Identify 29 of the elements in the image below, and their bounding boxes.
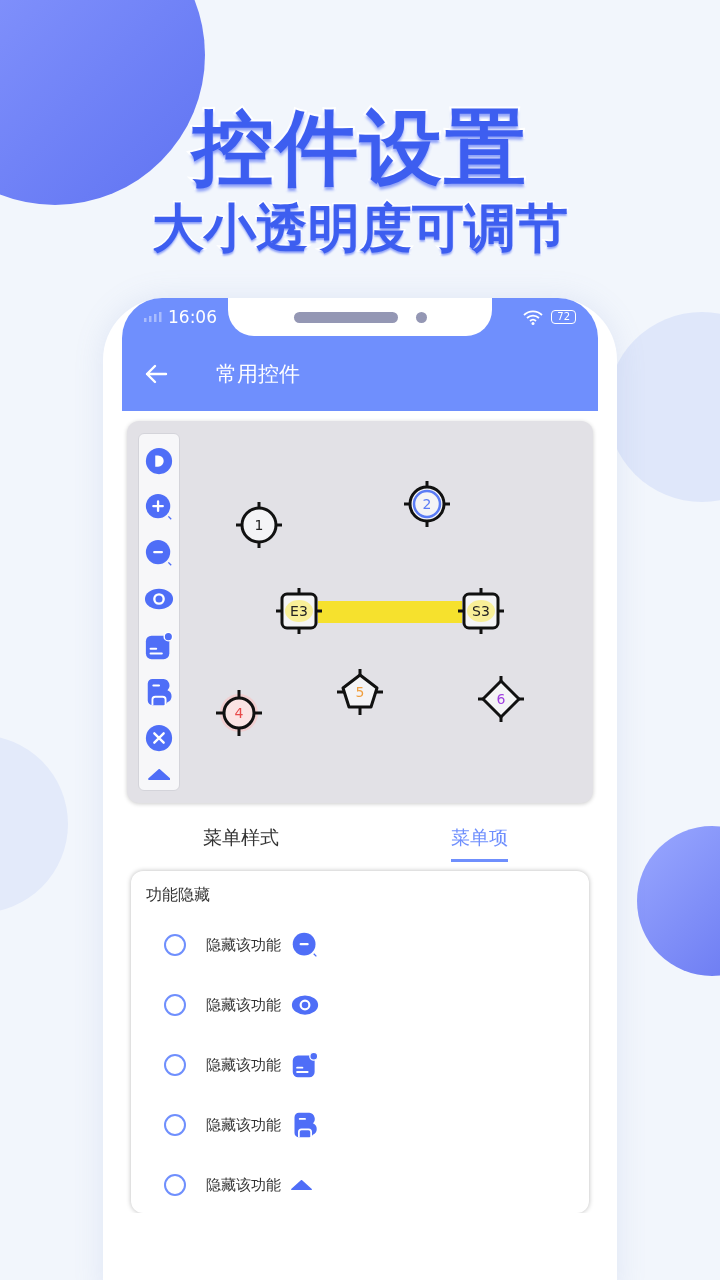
note-icon[interactable] — [144, 630, 174, 661]
radio-button[interactable] — [164, 934, 186, 956]
section-title: 功能隐藏 — [146, 885, 211, 906]
radio-button[interactable] — [164, 1174, 186, 1196]
radio-button[interactable] — [164, 994, 186, 1016]
promo-title: 控件设置 — [192, 100, 528, 196]
option-label: 隐藏该功能 — [206, 1175, 281, 1195]
signal-icon — [144, 312, 164, 322]
battery-indicator: 72 — [551, 310, 576, 324]
status-time: 16:06 — [168, 307, 217, 327]
wifi-icon — [523, 309, 544, 325]
option-label: 隐藏该功能 — [206, 995, 281, 1015]
menu-tab[interactable]: 菜单样式 — [203, 816, 279, 862]
radio-button[interactable] — [164, 1054, 186, 1076]
option-label: 隐藏该功能 — [206, 1115, 281, 1135]
screen-title: 常用控件 — [216, 360, 300, 388]
caret-up-icon — [291, 1179, 312, 1191]
option-label: 隐藏该功能 — [206, 1055, 281, 1075]
caret-up-icon[interactable] — [147, 768, 171, 780]
promo-subtitle: 大小透明度可调节 — [152, 197, 568, 260]
note-icon — [291, 1051, 319, 1079]
play-icon[interactable] — [144, 446, 174, 476]
close-icon[interactable] — [144, 722, 174, 753]
menu-tab[interactable]: 菜单项 — [450, 816, 508, 862]
back-arrow-icon[interactable] — [144, 363, 168, 384]
option-label: 隐藏该功能 — [206, 935, 281, 955]
radio-button[interactable] — [164, 1114, 186, 1136]
zoom-out-icon — [291, 931, 319, 959]
front-camera — [415, 311, 427, 323]
